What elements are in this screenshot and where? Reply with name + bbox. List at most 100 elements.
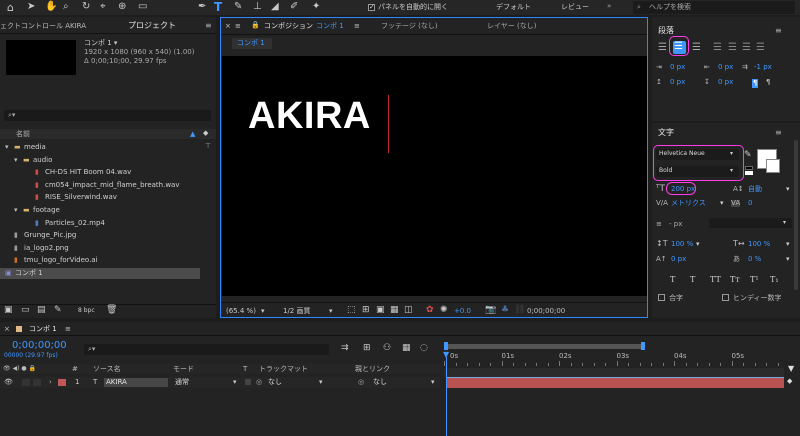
comp-end-marker-icon[interactable]: ▼ bbox=[788, 365, 794, 373]
layer-audio-box[interactable] bbox=[22, 379, 30, 386]
composition-tab-name[interactable]: コンポ 1 bbox=[316, 23, 344, 30]
project-item[interactable]: ▾ ▬ media bbox=[0, 142, 200, 153]
comp-flow-icon[interactable]: ⇉ bbox=[341, 344, 349, 353]
bpc-label[interactable]: 8 bpc bbox=[78, 308, 95, 314]
right-scrollbar[interactable] bbox=[794, 140, 798, 290]
col-mode[interactable]: モード bbox=[173, 366, 194, 373]
selection-tool-icon[interactable]: ➤ bbox=[27, 2, 35, 12]
kerning-value[interactable]: メトリクス bbox=[671, 200, 706, 207]
project-item[interactable]: ▮ cm054_impact_mid_flame_breath.wav bbox=[0, 180, 200, 191]
exposure-reset-icon[interactable]: ✺ bbox=[440, 306, 448, 315]
shy-icon[interactable]: ⚇ bbox=[383, 344, 391, 353]
playhead-handle-icon[interactable]: ▼ bbox=[443, 351, 449, 359]
layer-matte-icon[interactable]: ◎ bbox=[256, 379, 262, 386]
timeline-tab-menu-icon[interactable]: ≡ bbox=[65, 326, 71, 333]
home-icon[interactable]: ⌂ bbox=[7, 2, 14, 13]
viewer-timecode[interactable]: 0;00;00;00 bbox=[527, 308, 565, 315]
project-item[interactable]: ▮ RISE_Silverwind.wav bbox=[0, 192, 200, 203]
white-swatch[interactable] bbox=[745, 171, 753, 175]
auto-open-checkbox[interactable]: ✓ bbox=[368, 4, 375, 11]
stroke-color-swatch[interactable] bbox=[766, 159, 780, 173]
mask-tool-icon[interactable]: ▭ bbox=[138, 2, 147, 12]
interpret-footage-icon[interactable]: ▣ bbox=[4, 306, 13, 315]
workspace-default[interactable]: デフォルト bbox=[496, 4, 531, 11]
sort-arrow-icon[interactable]: ▲ bbox=[190, 131, 195, 138]
frame-blend-icon[interactable]: ▦ bbox=[402, 344, 411, 353]
black-swatch[interactable] bbox=[745, 166, 753, 170]
justify-all-icon[interactable]: ☰ bbox=[756, 43, 765, 53]
label-column-icon[interactable]: ◆ bbox=[203, 130, 208, 137]
resolution-chevron-icon[interactable]: ▾ bbox=[329, 308, 333, 315]
text-style-button[interactable]: T bbox=[670, 276, 675, 284]
eraser-tool-icon[interactable]: ◢ bbox=[271, 2, 279, 12]
canvas-text-akira[interactable]: AKIRA bbox=[248, 97, 371, 135]
project-settings-icon[interactable]: ✎ bbox=[54, 306, 62, 315]
expand-arrow-icon[interactable]: ▾ bbox=[5, 144, 9, 151]
draft-3d-icon[interactable]: ⊞ bbox=[363, 344, 371, 353]
project-search-field[interactable]: ⌕▾ bbox=[4, 110, 211, 121]
pen-tool-icon[interactable]: ✒ bbox=[198, 2, 206, 12]
project-item[interactable]: ▮ tmu_logo_forVideo.ai bbox=[0, 255, 200, 266]
space-after-value[interactable]: 0 px bbox=[718, 79, 733, 86]
project-item[interactable]: ▮ Grunge_Pic.jpg bbox=[0, 230, 200, 241]
new-comp-icon[interactable]: ▤ bbox=[37, 306, 46, 315]
justify-right-icon[interactable]: ☰ bbox=[742, 43, 751, 53]
layer-solo-box[interactable] bbox=[33, 379, 41, 386]
resolution-dropdown[interactable]: 1/2 画質 bbox=[283, 308, 311, 315]
col-t[interactable]: T bbox=[243, 366, 247, 373]
snapshot-icon[interactable]: 📷 bbox=[485, 306, 496, 315]
tsume-value[interactable]: 0 % bbox=[748, 256, 761, 263]
indent-left-value[interactable]: 0 px bbox=[670, 64, 685, 71]
color-channels-icon[interactable]: ✿ bbox=[426, 306, 434, 315]
link-icon[interactable]: ⛓ bbox=[514, 306, 525, 315]
text-style-button[interactable]: T¹ bbox=[750, 276, 759, 284]
comp-chip[interactable]: コンポ 1 bbox=[232, 38, 272, 49]
new-folder-icon[interactable]: ▭ bbox=[21, 306, 30, 315]
justify-left-icon[interactable]: ☰ bbox=[713, 43, 722, 53]
composition-tab[interactable]: コンポジション bbox=[264, 23, 313, 30]
layer-matte-chevron-icon[interactable]: ▾ bbox=[319, 379, 323, 386]
rotate-tool-icon[interactable]: ↻ bbox=[82, 2, 90, 12]
type-tool-icon[interactable]: T bbox=[214, 1, 222, 13]
work-area-end-handle[interactable] bbox=[641, 342, 645, 350]
brush-tool-icon[interactable]: ✎ bbox=[234, 2, 242, 12]
layer-parent[interactable]: なし bbox=[373, 379, 387, 386]
layer-mode-chevron-icon[interactable]: ▾ bbox=[233, 379, 237, 386]
project-item[interactable]: ▣ コンポ 1 bbox=[0, 268, 200, 279]
timeline-tab[interactable]: コンポ 1 bbox=[29, 326, 57, 333]
timeline-close-icon[interactable]: × bbox=[4, 326, 10, 333]
eyedropper-icon[interactable]: ✎ bbox=[744, 151, 752, 160]
col-parent[interactable]: 親とリンク bbox=[355, 366, 390, 373]
show-snapshot-icon[interactable]: ♣ bbox=[501, 306, 509, 315]
hand-tool-icon[interactable]: ✋ bbox=[45, 2, 57, 12]
text-style-button[interactable]: TT bbox=[710, 276, 721, 284]
panel-menu-icon[interactable]: ≡ bbox=[205, 22, 212, 30]
workspace-review[interactable]: レビュー bbox=[561, 4, 589, 11]
align-right-icon[interactable]: ☰ bbox=[692, 43, 701, 53]
transparency-grid-icon[interactable]: ⊞ bbox=[362, 306, 370, 315]
composition-tab-menu-icon[interactable]: ≡ bbox=[354, 23, 360, 30]
effects-control-tab[interactable]: ェクトコントロール AKIRA bbox=[0, 23, 86, 30]
av-features-icon[interactable]: 👁 ◀) ● 🔒 bbox=[3, 366, 36, 372]
layer-name-field[interactable]: AKIRA bbox=[104, 378, 168, 387]
mask-visibility-icon[interactable]: ▣ bbox=[376, 306, 385, 315]
exposure-value[interactable]: +0.0 bbox=[454, 308, 471, 315]
workspace-menu-icon[interactable]: » bbox=[607, 3, 611, 10]
col-source[interactable]: ソース名 bbox=[93, 366, 121, 373]
column-name[interactable]: 名前 bbox=[16, 131, 30, 138]
tsume-chevron-icon[interactable]: ▾ bbox=[786, 256, 790, 263]
horizontal-scale-chevron-icon[interactable]: ▾ bbox=[786, 241, 790, 248]
text-style-button[interactable]: Tт bbox=[730, 276, 740, 284]
layer-parent-icon[interactable]: ◎ bbox=[358, 379, 364, 386]
footage-tab[interactable]: フッテージ (なし) bbox=[381, 23, 438, 30]
composition-canvas[interactable]: AKIRA bbox=[222, 56, 647, 296]
work-area-bar[interactable] bbox=[445, 344, 643, 349]
layer-parent-chevron-icon[interactable]: ▾ bbox=[431, 379, 435, 386]
playhead-line[interactable] bbox=[446, 357, 447, 436]
text-style-button[interactable]: T bbox=[690, 276, 695, 284]
menu-icon[interactable]: ≡ bbox=[235, 23, 241, 30]
ligatures-checkbox[interactable] bbox=[658, 294, 665, 301]
vertical-scale-chevron-icon[interactable]: ▾ bbox=[696, 241, 700, 248]
indent-right-value[interactable]: 0 px bbox=[718, 64, 733, 71]
expand-arrow-icon[interactable]: ▾ bbox=[14, 156, 18, 164]
